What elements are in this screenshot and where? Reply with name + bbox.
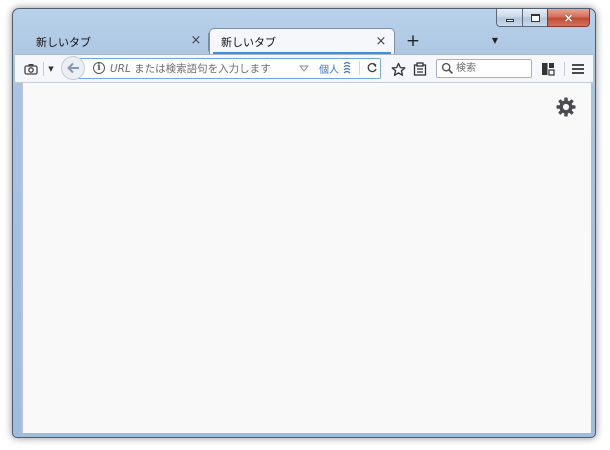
info-icon[interactable]: i: [93, 62, 105, 74]
url-bar[interactable]: i URL または検索語句を入力します 個人: [69, 58, 381, 79]
tab-label: 新しいタブ: [221, 36, 276, 49]
navigation-toolbar: ▼ i URL または検索語句を入力します 個人: [15, 54, 593, 83]
search-icon: [441, 62, 454, 75]
library-icon[interactable]: [411, 60, 429, 78]
search-input[interactable]: [456, 61, 526, 76]
urlbar-divider: [359, 61, 360, 75]
tab-close-icon[interactable]: ×: [375, 35, 387, 49]
maximize-icon: [530, 13, 540, 22]
star-icon[interactable]: [389, 60, 407, 78]
url-history-dropdown-icon[interactable]: [299, 63, 309, 73]
hamburger-menu-icon[interactable]: [569, 60, 587, 78]
camera-icon[interactable]: [22, 60, 40, 78]
reload-icon[interactable]: [364, 60, 380, 76]
minimize-icon: [505, 18, 514, 22]
tab-label: 新しいタブ: [36, 35, 91, 49]
all-tabs-dropdown-icon[interactable]: ▼: [489, 34, 501, 48]
new-tab-button[interactable]: +: [405, 31, 421, 51]
private-browsing-label: 個人: [319, 65, 339, 76]
tab-new-tab-2[interactable]: 新しいタブ ×: [209, 28, 395, 55]
tab-close-icon[interactable]: ×: [190, 34, 202, 48]
toolbar-divider: [564, 62, 565, 76]
sidebar-icon[interactable]: [539, 60, 557, 78]
search-bar[interactable]: [436, 59, 532, 78]
tab-new-tab-1[interactable]: 新しいタブ ×: [21, 28, 209, 55]
minimize-button[interactable]: [496, 9, 522, 27]
gear-icon[interactable]: [555, 96, 577, 118]
tab-strip: 新しいタブ × 新しいタブ × + ▼: [19, 28, 589, 55]
toolbar-divider: [43, 62, 44, 76]
browser-window: × 新しいタブ × 新しいタブ × + ▼ ▼ i URL または検索語句を入力…: [12, 8, 596, 438]
new-tab-page: [21, 83, 591, 433]
window-caption-buttons: ×: [496, 9, 590, 28]
window-close-button[interactable]: ×: [547, 9, 590, 27]
back-arrow-icon[interactable]: [61, 56, 85, 80]
sync-icon[interactable]: [341, 61, 353, 75]
maximize-button[interactable]: [522, 9, 547, 27]
window-close-icon: ×: [563, 10, 574, 25]
screenshot-dropdown-icon[interactable]: ▼: [45, 60, 57, 78]
url-input[interactable]: [110, 60, 320, 77]
